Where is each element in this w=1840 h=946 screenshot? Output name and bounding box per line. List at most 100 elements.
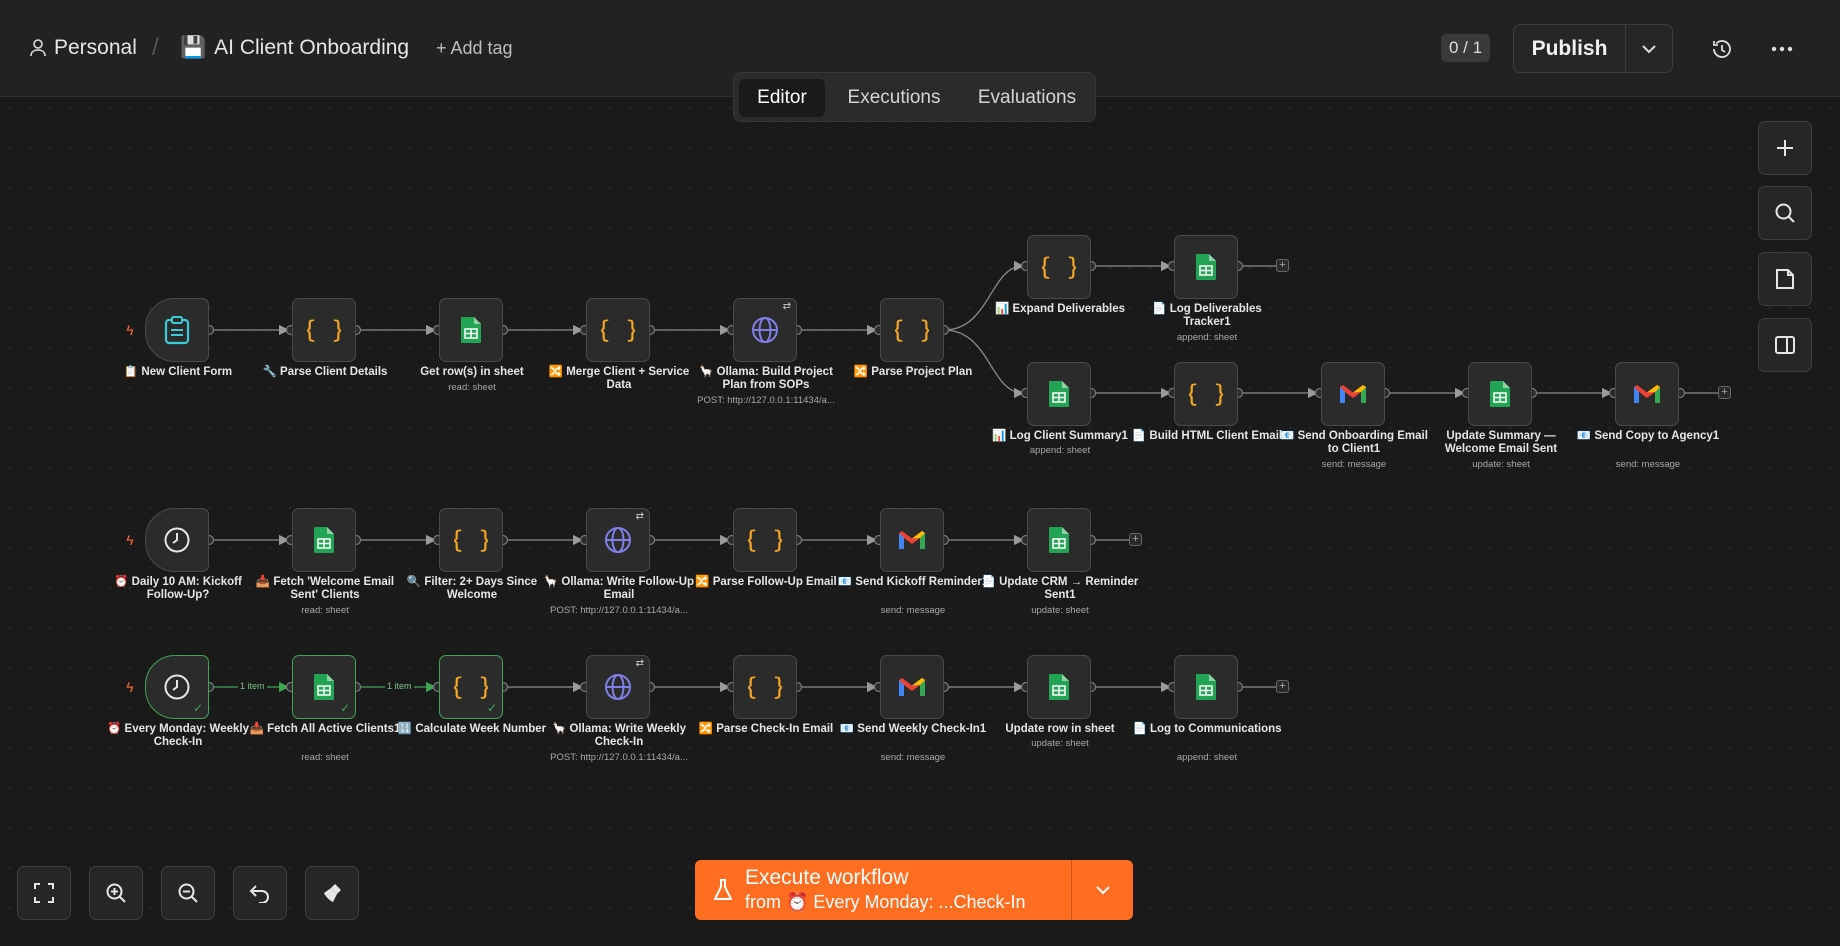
- add-node-button[interactable]: +: [1718, 386, 1731, 399]
- gmail-icon: [899, 678, 925, 696]
- node-parse-project-plan[interactable]: { }: [880, 298, 944, 362]
- node-label: 📄 Log to Communications: [1132, 723, 1282, 735]
- node-label: 🔍 Filter: 2+ Days Since Welcome: [406, 576, 538, 601]
- execute-workflow-button[interactable]: Execute workflow from ⏰ Every Monday: ..…: [695, 860, 1072, 920]
- fit-view-button[interactable]: [17, 866, 71, 920]
- node-calculate-week[interactable]: { } ✓: [439, 655, 503, 719]
- google-sheets-icon: [1196, 254, 1216, 280]
- execute-from-label: from: [745, 892, 781, 912]
- node-new-client-form[interactable]: [145, 298, 209, 362]
- node-expand-deliverables[interactable]: { }: [1027, 235, 1091, 299]
- node-monday-trigger[interactable]: ✓: [145, 655, 209, 719]
- node-label: ⏰ Every Monday: Weekly Check-In: [107, 723, 249, 748]
- sticky-note-button[interactable]: [1758, 252, 1812, 306]
- zoom-out-button[interactable]: [161, 866, 215, 920]
- add-node-button[interactable]: +: [1276, 680, 1289, 693]
- fit-view-icon: [34, 883, 54, 903]
- node-ollama-weekly[interactable]: ⇄: [586, 655, 650, 719]
- tidy-up-button[interactable]: [305, 866, 359, 920]
- undo-icon: [249, 885, 269, 903]
- node-send-copy-agency[interactable]: [1615, 362, 1679, 426]
- check-icon: ✓: [339, 701, 350, 715]
- node-subtitle: read: sheet: [301, 605, 349, 616]
- retry-icon: ⇄: [635, 658, 644, 669]
- node-ollama-followup[interactable]: ⇄: [586, 508, 650, 572]
- trigger-bolt-icon: ϟ: [126, 322, 134, 338]
- node-log-client-summary[interactable]: [1027, 362, 1091, 426]
- flask-icon: [714, 879, 732, 900]
- check-icon: ✓: [192, 701, 203, 715]
- node-ollama-build-plan[interactable]: ⇄: [733, 298, 797, 362]
- code-braces-icon: { }: [601, 316, 635, 344]
- node-filter-days[interactable]: { }: [439, 508, 503, 572]
- toggle-panel-button[interactable]: [1758, 318, 1812, 372]
- node-update-row[interactable]: [1027, 655, 1091, 719]
- code-braces-icon: { }: [748, 526, 782, 554]
- code-braces-icon: { }: [307, 316, 341, 344]
- add-node-toolbar-button[interactable]: [1758, 121, 1812, 175]
- undo-button[interactable]: [233, 866, 287, 920]
- svg-text:{ }: { }: [1189, 380, 1223, 408]
- node-label: 📧 Send Kickoff Reminder1: [837, 576, 989, 588]
- execute-trigger-source: from ⏰ Every Monday: ...Check-In: [745, 892, 1026, 913]
- node-fetch-welcome-clients[interactable]: [292, 508, 356, 572]
- svg-text:{ }: { }: [748, 526, 782, 554]
- google-sheets-icon: [1196, 674, 1216, 700]
- clock-icon: [164, 674, 190, 700]
- trigger-bolt-icon: ϟ: [126, 532, 134, 548]
- node-build-html-email[interactable]: { }: [1174, 362, 1238, 426]
- svg-text:{ }: { }: [454, 526, 488, 554]
- node-subtitle: POST: http://127.0.0.1:11434/a...: [697, 395, 835, 406]
- node-merge-client-service[interactable]: { }: [586, 298, 650, 362]
- node-send-weekly-checkin[interactable]: [880, 655, 944, 719]
- code-braces-icon: { }: [748, 673, 782, 701]
- node-fetch-active-clients[interactable]: ✓: [292, 655, 356, 719]
- node-send-onboarding-email[interactable]: [1321, 362, 1385, 426]
- add-node-button[interactable]: +: [1129, 533, 1142, 546]
- broom-icon: [324, 884, 341, 902]
- node-parse-client-details[interactable]: { }: [292, 298, 356, 362]
- svg-text:{ }: { }: [1042, 253, 1076, 281]
- sticky-note-icon: [1776, 269, 1794, 289]
- edge-item-count: 1 item: [238, 681, 267, 691]
- node-get-rows-in-sheet[interactable]: [439, 298, 503, 362]
- node-label: 📄 Update CRM → Reminder Sent1: [981, 576, 1139, 601]
- node-update-summary[interactable]: [1468, 362, 1532, 426]
- zoom-in-icon: [106, 883, 126, 903]
- add-node-button[interactable]: +: [1276, 259, 1289, 272]
- node-subtitle: append: sheet: [1176, 752, 1238, 763]
- zoom-in-button[interactable]: [89, 866, 143, 920]
- node-subtitle: read: sheet: [301, 752, 349, 763]
- google-sheets-icon: [1049, 381, 1069, 407]
- node-label: 📄 Build HTML Client Email: [1131, 430, 1283, 442]
- node-parse-followup[interactable]: { }: [733, 508, 797, 572]
- node-parse-checkin[interactable]: { }: [733, 655, 797, 719]
- execute-dropdown-button[interactable]: [1072, 860, 1133, 920]
- svg-text:{ }: { }: [748, 673, 782, 701]
- node-label: 🔀 Parse Check-In Email: [698, 723, 834, 735]
- plus-icon: [1777, 140, 1793, 156]
- code-braces-icon: { }: [454, 673, 488, 701]
- search-nodes-button[interactable]: [1758, 186, 1812, 240]
- gmail-icon: [1340, 385, 1366, 403]
- node-log-deliverables-tracker[interactable]: [1174, 235, 1238, 299]
- node-subtitle: send: message: [880, 752, 946, 763]
- trigger-bolt-icon: ϟ: [126, 679, 134, 695]
- globe-icon: [605, 674, 631, 700]
- node-update-crm[interactable]: [1027, 508, 1091, 572]
- node-log-communications[interactable]: [1174, 655, 1238, 719]
- node-subtitle: update: sheet: [1472, 459, 1530, 470]
- node-subtitle: append: sheet: [1176, 332, 1238, 343]
- google-sheets-icon: [1049, 674, 1069, 700]
- node-daily-kickoff-trigger[interactable]: [145, 508, 209, 572]
- node-subtitle: send: message: [1615, 459, 1681, 470]
- node-label: 📧 Send Copy to Agency1: [1576, 430, 1720, 442]
- execute-trigger-name: ⏰ Every Monday: ...Check-In: [786, 892, 1026, 912]
- node-label: 📧 Send Weekly Check-In1: [839, 723, 987, 735]
- node-send-kickoff-reminder[interactable]: [880, 508, 944, 572]
- code-braces-icon: { }: [454, 526, 488, 554]
- node-subtitle: read: sheet: [448, 382, 496, 393]
- node-label: 🔀 Merge Client + Service Data: [548, 366, 690, 391]
- node-label: ⏰ Daily 10 AM: Kickoff Follow-Up?: [114, 576, 242, 601]
- execute-title: Execute workflow: [745, 866, 909, 889]
